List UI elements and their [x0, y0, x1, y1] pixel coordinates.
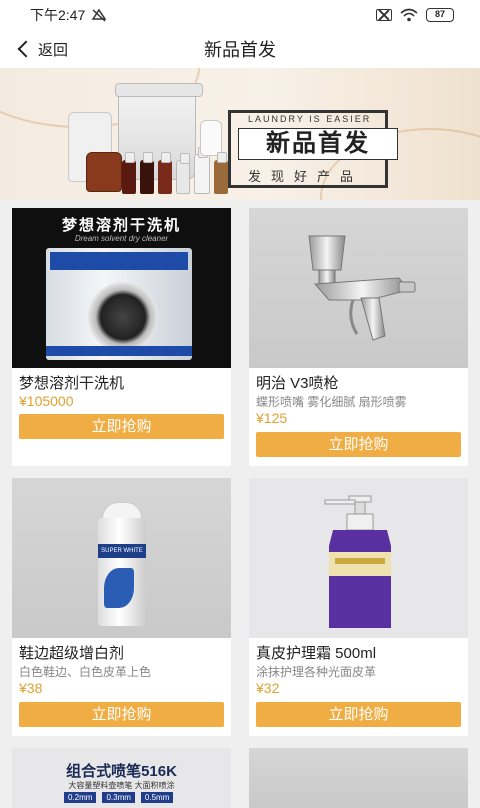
image-title: 梦想溶剂干洗机 [61, 217, 181, 234]
size-tags: 0.2mm 0.3mm 0.5mm [64, 792, 174, 803]
image-title: 组合式喷笔516K [66, 763, 177, 780]
buy-now-button[interactable]: 立即抢购 [19, 702, 224, 727]
product-bottle-image [194, 147, 210, 194]
banner-subtitle: 发现好产品 [248, 169, 364, 184]
status-time: 下午2:47 [30, 7, 86, 23]
product-name: 梦想溶剂干洗机 [19, 375, 125, 392]
chevron-left-icon [17, 40, 35, 58]
promo-banner[interactable]: LAUNDRY IS EASIER 新品首发 发现好产品 [0, 68, 480, 200]
size-tag: 0.5mm [140, 792, 174, 803]
product-name: 鞋边超级增白剂 [19, 645, 125, 662]
product-desc: 蝶形喷嘴 雾化细腻 扇形喷雾 [256, 395, 407, 409]
product-card[interactable]: 梦想溶剂干洗机 Dream solvent dry cleaner 梦想溶剂干洗… [12, 208, 231, 466]
product-card[interactable] [249, 748, 468, 808]
product-bottle-image [140, 152, 154, 194]
mute-icon [91, 8, 107, 22]
product-image-dry-cleaner: 梦想溶剂干洗机 Dream solvent dry cleaner [12, 208, 231, 368]
product-price: ¥38 [19, 680, 43, 696]
sim-icon [376, 9, 392, 21]
product-name: 明治 V3喷枪 [256, 375, 339, 392]
back-label: 返回 [38, 41, 69, 59]
banner-title: 新品首发 [238, 128, 398, 160]
product-card[interactable]: 真皮护理霜 500ml 涂抹护理各种光面皮革 ¥32 立即抢购 [249, 478, 468, 736]
product-jug-image [200, 120, 222, 156]
spray-gun-image [308, 235, 416, 341]
product-image [249, 748, 468, 808]
product-price: ¥105000 [19, 393, 74, 409]
banner-en-text: LAUNDRY IS EASIER [248, 114, 372, 124]
product-desc: 白色鞋边、白色皮革上色 [19, 665, 152, 679]
product-card[interactable]: 组合式喷笔516K 大容量塑料壶喷笔 大面积喷涂 0.2mm 0.3mm 0.5… [12, 748, 231, 808]
buy-now-button[interactable]: 立即抢购 [256, 702, 461, 727]
machine-door [88, 282, 158, 352]
status-bar: 下午2:47 87 [0, 0, 480, 30]
product-card[interactable]: SUPER WHITE 鞋边超级增白剂 白色鞋边、白色皮革上色 ¥38 立即抢购 [12, 478, 231, 736]
can-label: SUPER WHITE [98, 544, 146, 558]
product-desc: 涂抹护理各种光面皮革 [256, 665, 377, 679]
buy-now-button[interactable]: 立即抢购 [256, 432, 461, 457]
machine-panel [50, 252, 188, 270]
buy-now-button[interactable]: 立即抢购 [19, 414, 224, 439]
image-subtitle: Dream solvent dry cleaner [74, 234, 169, 243]
can-graphic [104, 568, 134, 608]
product-bottle-image [122, 152, 136, 194]
size-tag: 0.2mm [64, 792, 97, 803]
nav-header: 返回 新品首发 [0, 30, 480, 68]
product-name: 真皮护理霜 500ml [256, 645, 377, 662]
product-bottle-image [176, 153, 190, 194]
size-tag: 0.3mm [102, 792, 135, 803]
product-bottle-image [158, 152, 172, 194]
pump-bottle-image [324, 495, 391, 628]
battery-icon: 87 [426, 8, 454, 22]
product-bottle-image [214, 152, 228, 194]
image-subtitle: 大容量塑料壶喷笔 大面积喷涂 [68, 781, 175, 790]
product-card[interactable]: 明治 V3喷枪 蝶形喷嘴 雾化细腻 扇形喷雾 ¥125 立即抢购 [249, 208, 468, 466]
wifi-icon [400, 8, 418, 22]
back-button[interactable]: 返回 [16, 30, 68, 68]
product-image-leather-cream [249, 478, 468, 638]
page-title: 新品首发 [204, 40, 276, 60]
product-jug-image [86, 152, 122, 192]
product-image-spray-gun [249, 208, 468, 368]
product-price: ¥32 [256, 680, 280, 696]
product-price: ¥125 [256, 410, 288, 426]
machine-base [46, 346, 192, 356]
product-image-whitener: SUPER WHITE [12, 478, 231, 638]
product-image-airbrush: 组合式喷笔516K 大容量塑料壶喷笔 大面积喷涂 0.2mm 0.3mm 0.5… [12, 748, 231, 808]
